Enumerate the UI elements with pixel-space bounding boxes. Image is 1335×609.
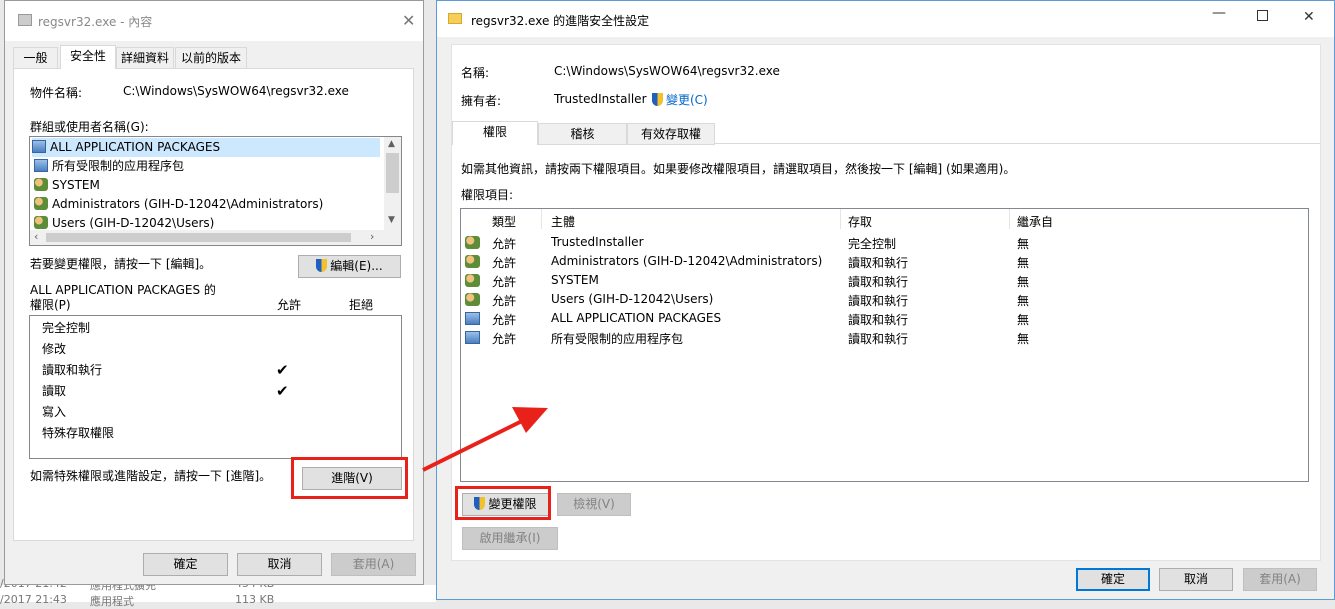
arrow-head xyxy=(512,407,548,433)
arrow-shaft xyxy=(422,419,523,472)
tab-security[interactable]: 安全性 xyxy=(60,45,116,69)
tab-permissions[interactable]: 權限 xyxy=(452,121,538,145)
red-arrow xyxy=(422,407,548,472)
